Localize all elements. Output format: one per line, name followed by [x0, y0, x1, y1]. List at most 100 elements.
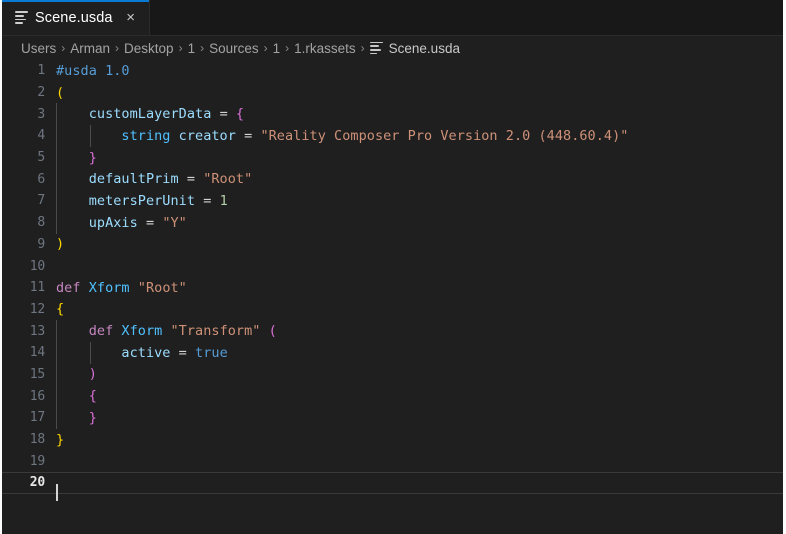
breadcrumb-item-1b[interactable]: 1 [273, 41, 281, 56]
code-line[interactable]: 5 } [2, 146, 783, 169]
breadcrumb-item-desktop[interactable]: Desktop [124, 41, 174, 56]
code-line-content[interactable]: def Xform "Transform" ( [56, 320, 783, 343]
close-icon[interactable]: × [122, 9, 140, 27]
indent-guide [56, 320, 57, 343]
code-token: "Root" [203, 171, 253, 188]
code-token: = [145, 214, 163, 231]
line-number: 18 [29, 432, 45, 448]
code-line-content[interactable]: ) [56, 363, 783, 386]
code-line[interactable]: 17 } [2, 406, 783, 429]
line-number: 20 [29, 475, 45, 491]
code-token: #usda [56, 62, 106, 79]
code-token: ( [56, 84, 65, 101]
tab-bar: Scene.usda × [2, 0, 783, 36]
code-line[interactable]: 18} [2, 429, 783, 451]
code-line[interactable]: 15 ) [2, 363, 783, 386]
indent-guide [56, 385, 57, 408]
code-line-content[interactable]: metersPerUnit = 1 [56, 189, 783, 212]
chevron-right-icon: › [115, 41, 120, 55]
code-editor[interactable]: 1 #usda 1.0 2(3 customLayerData = {4 strin… [2, 60, 783, 534]
chevron-right-icon: › [285, 41, 290, 55]
breadcrumb-item-rkassets[interactable]: 1.rkassets [294, 41, 356, 56]
code-token: = [219, 106, 236, 123]
breadcrumb-file-label: Scene.usda [388, 40, 460, 56]
code-line[interactable]: 6 defaultPrim = "Root" [2, 168, 783, 191]
code-line-content[interactable]: } [56, 432, 783, 448]
line-number: 3 [37, 106, 45, 122]
code-line[interactable]: 2( [2, 82, 783, 104]
chevron-right-icon: › [200, 41, 205, 55]
code-line-content[interactable]: ( [56, 85, 783, 101]
line-number: 2 [37, 85, 45, 101]
breadcrumb-item-1[interactable]: 1 [188, 41, 196, 56]
code-token: 1.0 [105, 62, 130, 79]
line-number: 8 [37, 215, 45, 231]
line-number: 13 [29, 323, 45, 339]
breadcrumb-item-users[interactable]: Users [21, 41, 56, 56]
chevron-right-icon: › [61, 41, 66, 55]
line-number: 11 [29, 280, 45, 296]
code-line-content[interactable]: } [56, 406, 783, 429]
line-number: 15 [29, 366, 45, 382]
code-token: = [186, 171, 204, 188]
code-token: "Root" [137, 279, 187, 296]
tab-scene-usda[interactable]: Scene.usda × [2, 0, 150, 35]
code-line-content[interactable]: string creator = "Reality Composer Pro V… [56, 124, 783, 147]
code-line[interactable]: 10 [2, 255, 783, 277]
breadcrumb-item-arman[interactable]: Arman [70, 41, 110, 56]
code-line[interactable]: 20 [2, 472, 783, 501]
code-line[interactable]: 7 metersPerUnit = 1 [2, 189, 783, 212]
code-line-content[interactable]: def Xform "Root" [56, 280, 783, 296]
code-line[interactable]: 12 { [2, 299, 783, 321]
code-line[interactable]: 9) [2, 234, 783, 256]
editor-window: Scene.usda × Users › Arman › Desktop › 1… [0, 0, 786, 534]
code-line-content[interactable]: { [56, 301, 783, 317]
code-token: "Transform" [170, 323, 269, 340]
code-token: active [56, 344, 179, 361]
indent-guide [90, 124, 92, 147]
code-token: "Reality Composer Pro Version 2.0 (448.6… [260, 127, 629, 144]
code-line[interactable]: 13 def Xform "Transform" ( [2, 320, 783, 343]
chevron-right-icon: › [263, 41, 268, 55]
line-number: 6 [37, 171, 45, 187]
indent-guide [56, 211, 57, 234]
tab-bar-empty-area [149, 0, 783, 35]
code-line[interactable]: 14 active = true [2, 341, 783, 364]
breadcrumb-item-sources[interactable]: Sources [209, 41, 259, 56]
code-line-content[interactable]: #usda 1.0 [56, 63, 783, 79]
code-line[interactable]: 11 def Xform "Root" [2, 277, 783, 299]
code-line[interactable]: 1 #usda 1.0 [2, 60, 783, 82]
code-line-content[interactable]: { [56, 385, 783, 408]
code-line-content[interactable]: ) [56, 236, 783, 252]
code-line-content[interactable]: customLayerData = { [56, 103, 783, 126]
code-token: metersPerUnit [56, 192, 204, 209]
code-token: = [203, 192, 220, 209]
code-line-content[interactable]: } [56, 146, 783, 169]
code-line-content[interactable]: defaultPrim = "Root" [56, 168, 783, 191]
breadcrumb-item-file[interactable]: Scene.usda [369, 40, 460, 56]
line-number: 17 [29, 410, 45, 426]
code-line-content[interactable]: upAxis = "Y" [56, 211, 783, 234]
code-line[interactable]: 8 upAxis = "Y" [2, 211, 783, 234]
code-token: } [56, 431, 65, 448]
code-line-content[interactable]: active = true [56, 341, 783, 364]
code-token: true [195, 344, 228, 361]
line-number: 7 [37, 193, 45, 209]
code-token: } [56, 409, 97, 426]
code-token: ) [56, 366, 97, 383]
code-line[interactable]: 16 { [2, 385, 783, 408]
indent-guide [56, 146, 57, 169]
chevron-right-icon: › [360, 41, 365, 55]
code-line[interactable]: 3 customLayerData = { [2, 103, 783, 126]
line-number: 12 [29, 301, 45, 317]
code-token: "Y" [162, 214, 187, 231]
code-token: customLayerData [56, 106, 220, 123]
code-token: } [56, 149, 97, 166]
code-token: def [56, 323, 122, 340]
code-token: ) [56, 236, 65, 253]
line-number: 10 [29, 258, 45, 274]
code-token: { [235, 106, 245, 123]
code-line[interactable]: 19 [2, 450, 783, 472]
line-number: 1 [37, 63, 45, 79]
code-line[interactable]: 4 string creator = "Reality Composer Pro… [2, 124, 783, 147]
